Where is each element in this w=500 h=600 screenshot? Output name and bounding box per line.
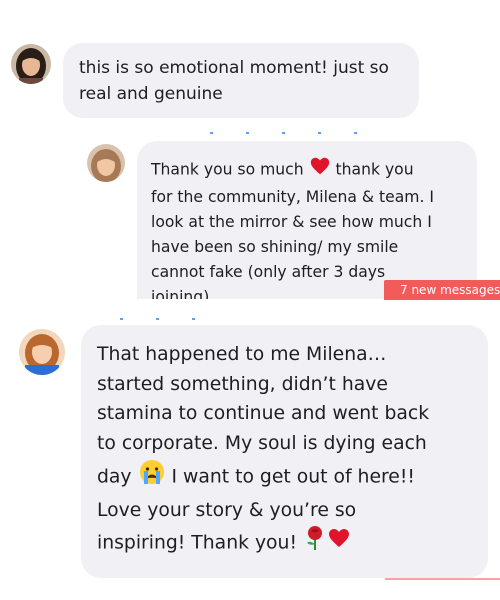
message-text: Thank you so much thank you for the comm… bbox=[151, 155, 463, 299]
thread-separator bbox=[120, 318, 210, 320]
red-heart-icon bbox=[309, 155, 331, 185]
sender-avatar-3[interactable] bbox=[19, 329, 65, 375]
crying-face-icon bbox=[138, 458, 166, 496]
message-bubble-3: That happened to me Milena… started some… bbox=[81, 325, 488, 578]
red-heart-icon bbox=[327, 526, 351, 560]
toast-edge bbox=[385, 578, 500, 580]
rose-icon bbox=[303, 525, 327, 561]
message-text-part: Thank you so much bbox=[151, 160, 309, 179]
message-text: this is so emotional moment! just so rea… bbox=[79, 58, 389, 104]
message-bubble-1: this is so emotional moment! just so rea… bbox=[63, 43, 419, 118]
message-text-part: thank you for the community, Milena & te… bbox=[151, 160, 434, 300]
thread-separator bbox=[210, 132, 360, 134]
message-text: That happened to me Milena… started some… bbox=[97, 340, 472, 561]
new-messages-toast[interactable]: 7 new messages bbox=[384, 280, 500, 300]
message-bubble-2: Thank you so much thank you for the comm… bbox=[137, 141, 477, 299]
sender-avatar-1[interactable] bbox=[11, 44, 51, 84]
sender-avatar-2[interactable] bbox=[87, 144, 125, 182]
